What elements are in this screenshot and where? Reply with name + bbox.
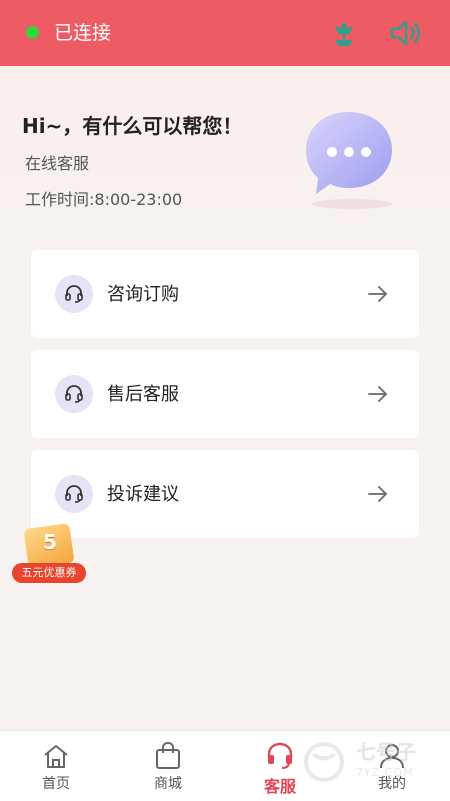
working-hours: 工作时间:8:00-23:00 [25,190,183,209]
watermark-text: 七号子 [356,740,416,764]
service-card-complaint[interactable]: 投诉建议 [31,450,419,538]
headset-icon [55,275,93,313]
coupon-badge[interactable]: 5 五元优惠券 [12,522,86,584]
top-bar: 已连接 [0,0,450,66]
home-icon [44,745,68,768]
service-label: 售后客服 [107,384,179,405]
tab-home[interactable]: 首页 [0,731,112,801]
online-service-label: 在线客服 [25,154,90,173]
service-label: 咨询订购 [107,284,179,305]
greeting-title: Hi~，有什么可以帮您！ [22,114,243,138]
headset-icon [267,742,293,769]
speaker-icon[interactable] [388,18,424,48]
service-card-after-sales[interactable]: 售后客服 [31,350,419,438]
watermark-logo-icon [304,742,344,782]
tab-label: 首页 [42,776,70,792]
headset-icon [55,475,93,513]
flower-icon[interactable] [330,18,358,48]
arrow-right-icon [368,486,387,502]
connection-status: 已连接 [54,22,112,44]
service-card-consult[interactable]: 咨询订购 [31,250,419,338]
service-label: 投诉建议 [107,484,179,505]
headset-icon [55,375,93,413]
watermark: 七号子 7YZ.COM [300,730,450,794]
coupon-number: 5 [43,530,57,554]
arrow-right-icon [368,386,387,402]
coupon-label: 五元优惠券 [12,563,86,583]
tab-mall[interactable]: 商城 [112,731,224,801]
shopping-bag-icon [156,741,180,769]
watermark-sub: 7YZ.COM [356,766,414,779]
hero-section: Hi~，有什么可以帮您！ 在线客服 工作时间:8:00-23:00 [0,66,450,226]
connected-indicator [26,26,39,39]
tab-label: 商城 [154,776,182,792]
chat-bubble-icon [306,112,392,209]
arrow-right-icon [368,286,387,302]
